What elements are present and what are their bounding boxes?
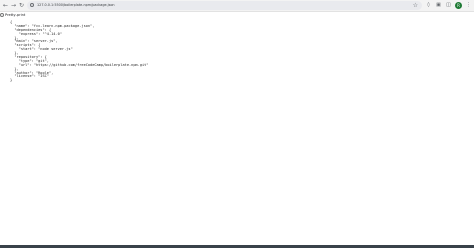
pretty-print-toggle[interactable]: Pretty-print bbox=[0, 12, 25, 18]
json-content: { "name": "fcc-learn-npm-package-json", … bbox=[10, 20, 149, 83]
address-bar[interactable]: 127.0.0.1:5500/boilerplate-npm/package.j… bbox=[27, 1, 422, 10]
site-info-icon[interactable] bbox=[30, 3, 34, 7]
split-view-icon[interactable]: ◫ bbox=[445, 2, 452, 9]
pretty-print-label: Pretty-print bbox=[5, 13, 26, 17]
back-icon[interactable]: ← bbox=[2, 2, 9, 9]
profile-avatar[interactable]: R bbox=[455, 2, 462, 9]
extensions-puzzle-icon[interactable]: ▣ bbox=[435, 2, 442, 9]
address-bar-url[interactable]: 127.0.0.1:5500/boilerplate-npm/package.j… bbox=[37, 3, 115, 8]
forward-icon[interactable]: → bbox=[10, 2, 17, 9]
browser-menu-icon[interactable]: ⋮ bbox=[466, 2, 471, 9]
browser-toolbar: ← → ↻ 127.0.0.1:5500/boilerplate-npm/pac… bbox=[0, 0, 474, 12]
bookmark-star-icon[interactable]: ☆ bbox=[413, 2, 418, 9]
pretty-print-checkbox[interactable] bbox=[0, 13, 4, 17]
json-line: "url": "https://github.com/freeCodeCamp/… bbox=[10, 62, 149, 67]
reload-icon[interactable]: ↻ bbox=[18, 2, 25, 9]
extension-icon[interactable]: ◊ bbox=[425, 2, 432, 9]
json-line: } bbox=[10, 78, 13, 83]
